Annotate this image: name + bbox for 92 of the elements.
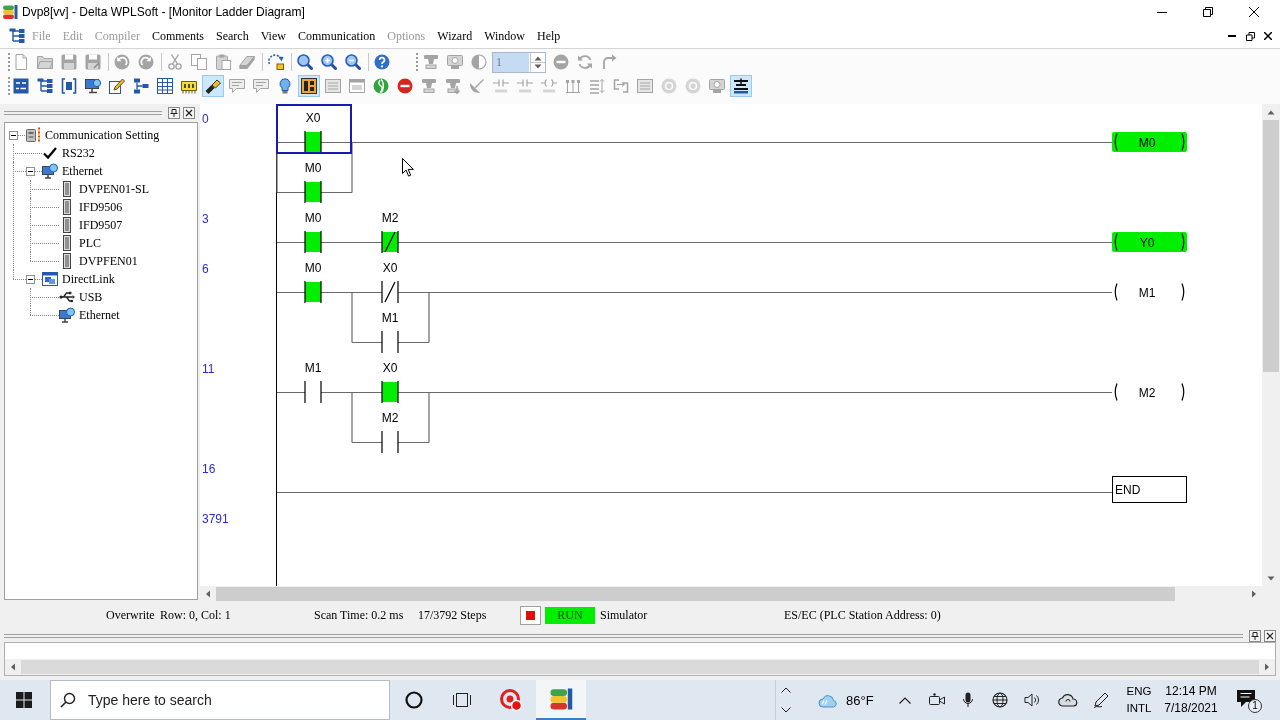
ring-icon[interactable] bbox=[405, 691, 423, 709]
contact-label: X0 bbox=[382, 261, 398, 275]
search-field[interactable]: Type here to search bbox=[50, 680, 390, 720]
edit-mode: Overwrite bbox=[106, 607, 155, 623]
speaker-icon[interactable] bbox=[1024, 693, 1040, 707]
search-icon bbox=[60, 692, 76, 708]
output-coil: M2 bbox=[1114, 382, 1185, 402]
keyboard-layout[interactable]: INTL bbox=[1126, 700, 1152, 717]
restore-icon bbox=[1203, 7, 1213, 17]
step-count: 17/3792 Steps bbox=[418, 607, 487, 623]
step-number: 11 bbox=[202, 362, 215, 376]
step-number: 0 bbox=[202, 112, 209, 126]
collapse-toggle[interactable] bbox=[26, 166, 35, 176]
app-icon bbox=[549, 687, 573, 711]
menu-item[interactable]: Communication bbox=[291, 26, 382, 46]
pin-icon[interactable] bbox=[168, 107, 180, 119]
pen-icon[interactable] bbox=[1093, 692, 1109, 708]
collapse-toggle[interactable] bbox=[9, 130, 18, 140]
weather-temperature[interactable]: 86°F bbox=[846, 692, 874, 708]
end-instruction: END bbox=[1112, 476, 1187, 503]
chevron-down-icon[interactable] bbox=[780, 707, 791, 713]
record-icon bbox=[499, 688, 523, 712]
close-icon[interactable] bbox=[183, 107, 195, 119]
close-icon bbox=[1249, 7, 1259, 17]
taskbar-app-button[interactable] bbox=[536, 680, 586, 720]
close-icon[interactable] bbox=[1264, 629, 1276, 642]
cloud-icon[interactable] bbox=[1058, 693, 1078, 707]
contact-label: M2 bbox=[381, 211, 399, 225]
minimize-icon bbox=[1157, 11, 1167, 13]
menu-item[interactable]: Window bbox=[478, 26, 531, 46]
contact-label: M1 bbox=[381, 311, 399, 325]
contact-label: M2 bbox=[381, 411, 399, 425]
tree-item[interactable]: Ethernet bbox=[61, 163, 104, 179]
run-indicator: RUN bbox=[545, 606, 595, 624]
chevron-up-icon[interactable] bbox=[780, 687, 791, 693]
output-coil: Y0 bbox=[1112, 232, 1187, 252]
tree-item[interactable]: Communication Setting bbox=[44, 127, 161, 143]
tree-item[interactable]: USB bbox=[78, 289, 104, 305]
step-number: 3 bbox=[202, 212, 209, 226]
mouse-pointer-icon bbox=[402, 158, 414, 177]
stop-square-icon bbox=[526, 610, 535, 620]
menu-item[interactable]: Help bbox=[531, 26, 567, 46]
tree-item[interactable]: IFD9506 bbox=[78, 199, 124, 215]
video-camera-icon[interactable] bbox=[929, 693, 945, 707]
contact-label: M1 bbox=[304, 361, 322, 375]
four-panes-icon bbox=[16, 692, 32, 708]
microphone-icon[interactable] bbox=[963, 692, 973, 708]
task-view-icon[interactable] bbox=[452, 691, 472, 709]
step-number: 16 bbox=[202, 462, 216, 476]
clock-date[interactable]: 7/18/2021 bbox=[1164, 700, 1218, 717]
scan-time: Scan Time: 0.2 ms bbox=[314, 607, 404, 623]
pin-icon[interactable] bbox=[1249, 629, 1261, 642]
scrollbar-thumb[interactable] bbox=[216, 587, 1175, 601]
chevron-up-icon[interactable] bbox=[899, 696, 911, 704]
contact-label: M0 bbox=[304, 261, 322, 275]
cursor-position: Row: 0, Col: 1 bbox=[160, 607, 231, 623]
output-coil: M0 bbox=[1112, 132, 1187, 152]
output-coil: M1 bbox=[1114, 282, 1185, 302]
scrollbar-thumb[interactable] bbox=[21, 660, 1259, 674]
menu-item[interactable]: Search bbox=[210, 26, 255, 46]
connection-label: Simulator bbox=[600, 607, 648, 623]
hierarchy-icon[interactable] bbox=[9, 28, 25, 44]
station-address: ES/EC (PLC Station Address: 0) bbox=[784, 607, 941, 623]
globe-icon[interactable] bbox=[992, 692, 1008, 708]
menu-item[interactable]: Comments bbox=[146, 26, 210, 46]
step-number: 6 bbox=[202, 262, 209, 276]
contact-label: M0 bbox=[304, 161, 322, 175]
spin-arrows-icon[interactable] bbox=[530, 52, 545, 72]
scrollbar-thumb[interactable] bbox=[1263, 120, 1279, 372]
tree-item[interactable]: DVPFEN01 bbox=[78, 253, 139, 269]
menu-item[interactable]: View bbox=[254, 26, 292, 46]
input-language[interactable]: ENG bbox=[1126, 683, 1152, 700]
restore-icon bbox=[1245, 31, 1255, 41]
contact-label: X0 bbox=[305, 111, 321, 125]
minimize-icon bbox=[1228, 35, 1236, 37]
clock-time[interactable]: 12:14 PM bbox=[1165, 683, 1217, 700]
contact-label: X0 bbox=[382, 361, 398, 375]
contact-label: M0 bbox=[304, 211, 322, 225]
tree-item[interactable]: DirectLink bbox=[61, 271, 116, 287]
tree-item[interactable]: IFD9507 bbox=[78, 217, 124, 233]
notification-icon[interactable] bbox=[1236, 689, 1256, 708]
close-icon bbox=[1264, 32, 1272, 40]
tree-item[interactable]: DVPEN01-SL bbox=[78, 181, 150, 197]
notification-count: 1 bbox=[1248, 699, 1262, 713]
stop-button[interactable] bbox=[520, 605, 541, 625]
tree-item[interactable]: Ethernet bbox=[78, 307, 121, 323]
step-number: 3791 bbox=[202, 512, 229, 526]
collapse-toggle[interactable] bbox=[26, 274, 35, 284]
app-icon bbox=[2, 4, 18, 20]
window-title: Dvp8[vv] - Delta WPLSoft - [Monitor Ladder Diagram] bbox=[22, 5, 306, 19]
menu-item[interactable]: Wizard bbox=[431, 26, 479, 46]
tree-item[interactable]: PLC bbox=[78, 235, 102, 251]
